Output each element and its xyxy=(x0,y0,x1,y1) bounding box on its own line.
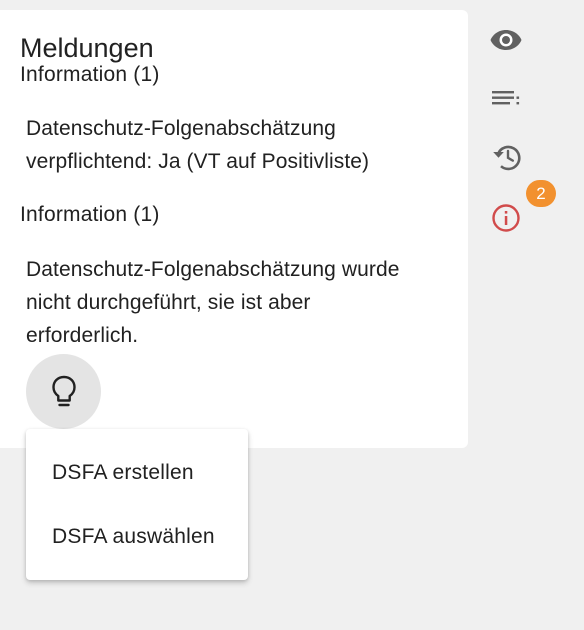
notification-badge: 2 xyxy=(526,180,556,207)
eye-button[interactable] xyxy=(486,20,526,60)
message-text: Datenschutz-Folgenabschätzung wurde nich… xyxy=(26,253,446,352)
dsfa-menu: DSFA erstellen DSFA auswählen xyxy=(26,429,248,580)
message-line: verpflichtend: Ja (VT auf Positivliste) xyxy=(26,150,370,173)
menu-item-dsfa-create[interactable]: DSFA erstellen xyxy=(26,445,248,501)
message-line: nicht durchgeführt, sie ist aber xyxy=(26,291,311,314)
menu-item-dsfa-select[interactable]: DSFA auswählen xyxy=(26,509,248,565)
info-icon xyxy=(492,204,520,232)
message-heading: Information (1) xyxy=(20,63,160,86)
message-line: Datenschutz-Folgenabschätzung xyxy=(26,117,336,140)
message-heading: Information (1) xyxy=(20,203,160,226)
message-line: Datenschutz-Folgenabschätzung wurde xyxy=(26,258,400,281)
history-button[interactable] xyxy=(486,137,526,177)
panel-title: Meldungen xyxy=(20,33,154,63)
list-button[interactable] xyxy=(486,79,526,119)
history-icon xyxy=(493,145,521,171)
lightbulb-icon xyxy=(51,375,76,406)
message-text: Datenschutz-Folgenabschätzung verpflicht… xyxy=(26,112,446,178)
message-line: erforderlich. xyxy=(26,324,139,347)
info-button[interactable] xyxy=(486,198,526,238)
list-icon xyxy=(492,91,520,105)
eye-icon xyxy=(490,30,522,50)
lightbulb-button[interactable] xyxy=(26,354,101,429)
